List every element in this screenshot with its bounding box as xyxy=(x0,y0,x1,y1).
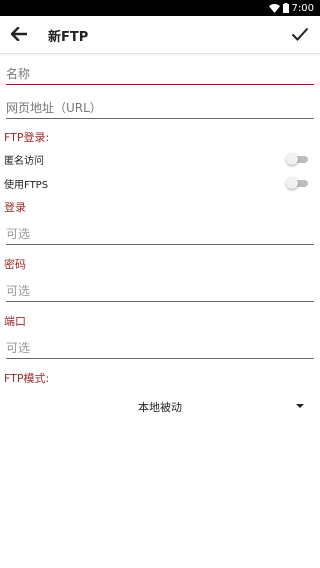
port-input[interactable]: 可选 xyxy=(6,335,314,359)
arrow-left-icon xyxy=(10,25,28,45)
anonymous-row: 匿名访问 xyxy=(4,150,314,168)
status-time: 7:00 xyxy=(291,2,314,14)
name-input[interactable]: 名称 xyxy=(6,61,314,85)
battery-icon xyxy=(282,3,289,13)
login-label: 登录 xyxy=(4,201,26,214)
name-placeholder: 名称 xyxy=(6,66,31,81)
url-underline xyxy=(6,118,314,119)
ftp-mode-value: 本地被动 xyxy=(138,401,182,414)
dropdown-arrow-icon xyxy=(296,404,304,408)
switch-knob xyxy=(286,153,298,165)
page-title: 新FTP xyxy=(48,30,89,45)
check-icon xyxy=(291,26,309,45)
ftps-switch[interactable] xyxy=(286,177,310,189)
switch-knob xyxy=(286,177,298,189)
password-placeholder: 可选 xyxy=(6,283,31,298)
anonymous-label: 匿名访问 xyxy=(4,156,44,167)
ftps-row: 使用FTPS xyxy=(4,174,314,192)
url-placeholder: 网页地址（URL） xyxy=(6,100,102,115)
back-button[interactable] xyxy=(6,23,32,47)
ftp-login-label: FTP登录: xyxy=(4,131,50,144)
ftp-mode-dropdown[interactable]: 本地被动 xyxy=(4,396,316,418)
name-underline xyxy=(6,83,314,85)
port-label: 端口 xyxy=(4,315,26,328)
ftp-mode-label: FTP模式: xyxy=(4,372,50,385)
ftps-label: 使用FTPS xyxy=(4,180,49,191)
wifi-icon xyxy=(268,3,280,13)
status-bar: 7:00 xyxy=(0,0,320,16)
login-underline xyxy=(6,244,314,245)
password-label: 密码 xyxy=(4,258,26,271)
confirm-button[interactable] xyxy=(288,23,312,47)
login-placeholder: 可选 xyxy=(6,226,31,241)
anonymous-switch[interactable] xyxy=(286,153,310,165)
url-input[interactable]: 网页地址（URL） xyxy=(6,95,314,119)
app-bar: 新FTP xyxy=(0,16,320,54)
status-icons: 7:00 xyxy=(268,0,314,16)
port-underline xyxy=(6,358,314,359)
port-placeholder: 可选 xyxy=(6,340,31,355)
password-input[interactable]: 可选 xyxy=(6,278,314,302)
login-input[interactable]: 可选 xyxy=(6,221,314,245)
password-underline xyxy=(6,301,314,302)
